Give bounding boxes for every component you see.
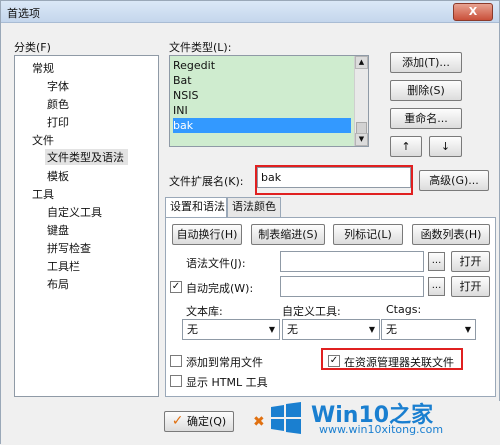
syntax-open-button[interactable]: 打开 xyxy=(451,251,490,272)
list-item-selected[interactable]: bak xyxy=(173,118,351,133)
tree-item-layout[interactable]: 布局 xyxy=(47,276,69,292)
custom-tool-label: 自定义工具: xyxy=(282,305,341,318)
add-common-label: 添加到常用文件 xyxy=(186,356,263,369)
category-tree[interactable]: 常规 字体 颜色 打印 文件 文件类型及语法 模板 工具 自定义工具 键盘 拼写… xyxy=(14,55,159,397)
column-marker-button[interactable]: 列标记(L) xyxy=(333,224,403,245)
chevron-down-icon: ▼ xyxy=(368,325,375,334)
tree-item-color[interactable]: 颜色 xyxy=(47,96,69,112)
tab-syntax-colors[interactable]: 语法颜色 xyxy=(227,197,281,217)
text-library-select[interactable]: 无 ▼ xyxy=(182,319,280,340)
highlight-box xyxy=(321,348,463,370)
tree-item-file[interactable]: 文件 xyxy=(32,132,54,148)
autocomplete-browse-button[interactable]: ... xyxy=(428,277,445,296)
ok-button[interactable]: ✓ 确定(Q) xyxy=(164,411,234,432)
tree-item-keyboard[interactable]: 键盘 xyxy=(47,222,69,238)
autocomplete-open-button[interactable]: 打开 xyxy=(451,276,490,297)
custom-tool-select[interactable]: 无 ▼ xyxy=(282,319,380,340)
tree-item-spellcheck[interactable]: 拼写检查 xyxy=(47,240,91,256)
ctags-select[interactable]: 无 ▼ xyxy=(381,319,476,340)
settings-panel: 自动换行(H) 制表缩进(S) 列标记(L) 函数列表(H) 语法文件(J): … xyxy=(165,217,496,397)
add-common-checkbox[interactable] xyxy=(170,355,182,367)
checkmark-icon: ✓ xyxy=(171,413,184,429)
move-down-button[interactable]: ↓ xyxy=(429,136,462,157)
show-html-checkbox[interactable] xyxy=(170,375,182,387)
ok-label: 确定(Q) xyxy=(186,415,227,428)
list-item[interactable]: NSIS xyxy=(173,88,198,103)
move-up-button[interactable]: ↑ xyxy=(390,136,422,157)
text-library-value: 无 xyxy=(187,323,198,336)
syntax-file-label: 语法文件(J): xyxy=(186,257,246,270)
tree-item-filetype-syntax[interactable]: 文件类型及语法 xyxy=(45,149,128,165)
preferences-window: 首选项 X 分类(F) 常规 字体 颜色 打印 文件 文件类型及语法 模板 工具… xyxy=(0,0,500,445)
chevron-down-icon: ▼ xyxy=(268,325,275,334)
advanced-button[interactable]: 高级(G)... xyxy=(419,170,489,191)
show-html-label: 显示 HTML 工具 xyxy=(186,376,268,389)
watermark-url: www.win10xitong.com xyxy=(319,423,444,436)
ctags-label: Ctags: xyxy=(386,303,422,316)
autocomplete-checkbox[interactable]: ✓ xyxy=(170,281,182,293)
tree-item-custom-tools[interactable]: 自定义工具 xyxy=(47,204,102,220)
rename-button[interactable]: 重命名... xyxy=(390,108,462,129)
tree-item-general[interactable]: 常规 xyxy=(32,60,54,76)
close-button[interactable]: X xyxy=(453,3,493,21)
text-library-label: 文本库: xyxy=(186,305,223,318)
function-list-button[interactable]: 函数列表(H) xyxy=(412,224,490,245)
delete-button[interactable]: 删除(S) xyxy=(390,80,462,101)
extension-label: 文件扩展名(K): xyxy=(169,175,244,188)
syntax-browse-button[interactable]: ... xyxy=(428,252,445,271)
word-wrap-button[interactable]: 自动换行(H) xyxy=(172,224,242,245)
autocomplete-label: 自动完成(W): xyxy=(186,282,254,295)
custom-tool-value: 无 xyxy=(287,323,298,336)
scroll-up-icon[interactable]: ▲ xyxy=(355,56,368,69)
highlight-box xyxy=(255,165,413,195)
tree-item-tools[interactable]: 工具 xyxy=(32,186,54,202)
tree-item-template[interactable]: 模板 xyxy=(47,168,69,184)
tab-indent-button[interactable]: 制表缩进(S) xyxy=(251,224,325,245)
tree-item-print[interactable]: 打印 xyxy=(47,114,69,130)
tree-item-font[interactable]: 字体 xyxy=(47,78,69,94)
list-item[interactable]: INI xyxy=(173,103,188,118)
syntax-file-input[interactable] xyxy=(280,251,424,272)
category-label: 分类(F) xyxy=(14,41,51,54)
watermark: Win10之家 www.win10xitong.com xyxy=(261,393,499,443)
list-item[interactable]: Bat xyxy=(173,73,192,88)
title-bar: 首选项 X xyxy=(1,1,499,23)
filetypes-list[interactable]: Regedit Bat NSIS INI bak ▲ ▼ xyxy=(169,55,369,147)
scroll-down-icon[interactable]: ▼ xyxy=(355,133,368,146)
chevron-down-icon: ▼ xyxy=(464,325,471,334)
autocomplete-input[interactable] xyxy=(280,276,424,297)
tree-item-toolbar[interactable]: 工具栏 xyxy=(47,258,80,274)
windows-logo-icon xyxy=(271,402,301,434)
add-button[interactable]: 添加(T)... xyxy=(390,52,462,73)
window-title: 首选项 xyxy=(7,7,40,20)
list-scrollbar[interactable]: ▲ ▼ xyxy=(354,56,368,146)
list-item[interactable]: Regedit xyxy=(173,58,215,73)
ctags-value: 无 xyxy=(386,323,397,336)
tab-settings-syntax[interactable]: 设置和语法 xyxy=(165,197,227,218)
filetypes-label: 文件类型(L): xyxy=(169,41,232,54)
